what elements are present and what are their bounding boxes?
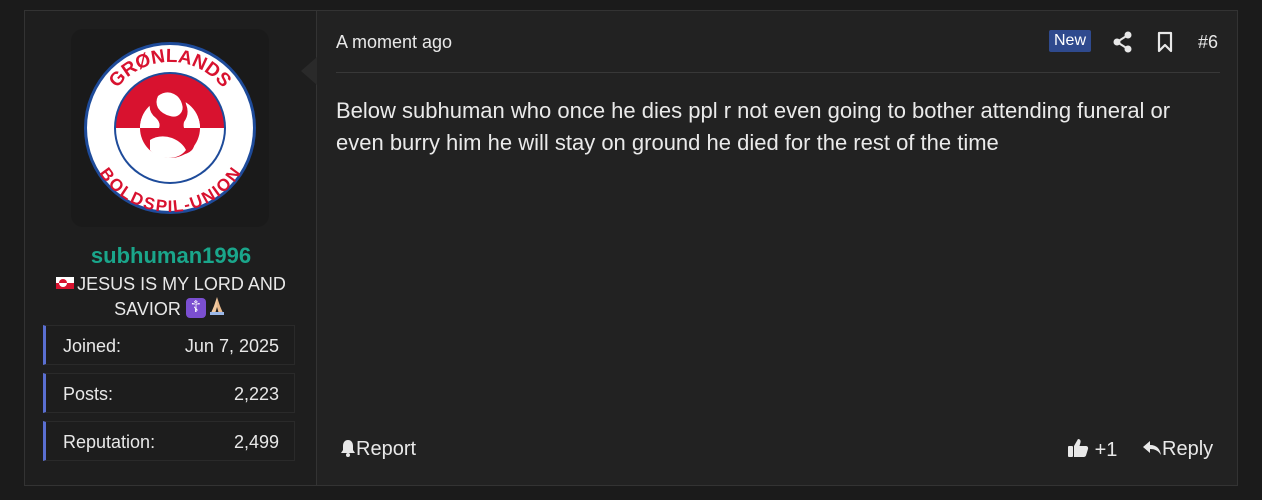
like-count: +1 [1094, 439, 1118, 461]
stat-label: Reputation: [63, 432, 156, 452]
stat-reputation: Reputation: 2,499 [43, 421, 295, 461]
reply-label: Reply [1162, 438, 1214, 460]
post-number-link[interactable]: #6 [1198, 32, 1218, 53]
report-button[interactable]: Report [340, 438, 416, 461]
thumbs-up-icon [1068, 439, 1089, 457]
like-button[interactable]: +1 [1067, 438, 1117, 462]
cross-emoji-icon: ☦ [185, 298, 206, 318]
post-pointer [301, 57, 317, 85]
stat-posts: Posts: 2,223 [43, 373, 295, 413]
user-title-text: JESUS IS MY LORD AND SAVIOR [77, 274, 286, 319]
grønlands-boldspil-union-logo: GRØNLANDS BOLDSPIL-UNION [84, 42, 256, 216]
report-label: Report [356, 438, 417, 460]
post-message: Below subhuman who once he dies ppl r no… [336, 98, 1171, 155]
forum-post: GRØNLANDS BOLDSPIL-UNION subhuman1996 JE… [24, 10, 1238, 486]
reply-icon [1143, 441, 1161, 455]
post-time[interactable]: A moment ago [336, 32, 452, 53]
user-panel: GRØNLANDS BOLDSPIL-UNION subhuman1996 JE… [25, 11, 317, 485]
username[interactable]: subhuman1996 [25, 243, 317, 269]
share-icon[interactable] [1113, 31, 1133, 53]
stat-value: Jun 7, 2025 [184, 336, 279, 356]
header-divider [336, 72, 1220, 73]
stat-label: Joined: [63, 336, 122, 356]
user-title: JESUS IS MY LORD AND SAVIOR ☦ [47, 272, 295, 324]
stat-value: 2,499 [233, 432, 279, 452]
bell-icon [341, 440, 355, 457]
new-badge: New [1049, 30, 1092, 52]
bookmark-icon[interactable] [1157, 31, 1173, 53]
stat-joined: Joined: Jun 7, 2025 [43, 325, 295, 365]
stat-value: 2,223 [233, 384, 279, 404]
greenland-flag-icon [56, 277, 75, 290]
stat-label: Posts: [63, 384, 114, 404]
praying-hands-icon [206, 294, 228, 322]
reply-button[interactable]: Reply [1142, 438, 1213, 461]
avatar[interactable]: GRØNLANDS BOLDSPIL-UNION [71, 29, 269, 227]
